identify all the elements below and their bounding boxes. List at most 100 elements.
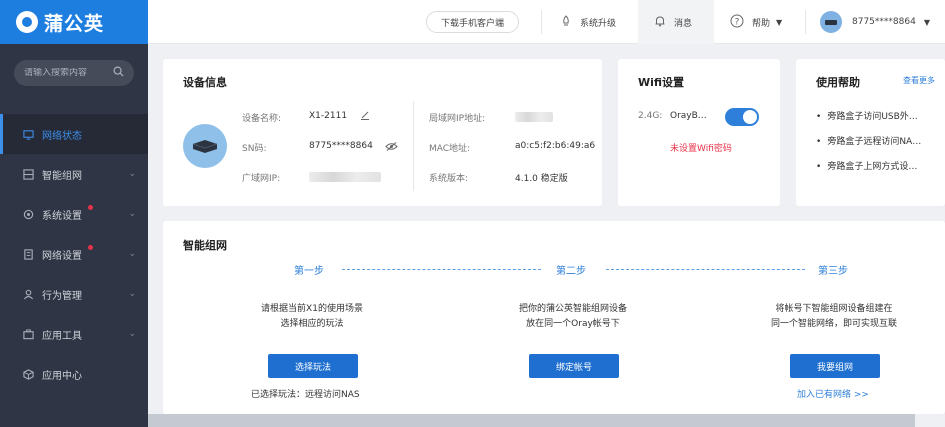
sidebar: 蒲公英 网络状态 智能组网 ⌄ 系统设置 ⌄ 网络设置 ⌄ [0, 0, 148, 427]
messages-label: 消息 [674, 18, 693, 29]
search-box [14, 60, 134, 86]
step-2-title: 第二步 [556, 266, 586, 277]
network-icon [22, 168, 34, 180]
help-article-link[interactable]: 旁路盒子上网方式设… [816, 159, 936, 172]
caret-down-icon: ▼ [776, 17, 783, 27]
sidebar-item-label: 行为管理 [42, 290, 82, 302]
sidebar-item-system-settings[interactable]: 系统设置 ⌄ [0, 194, 148, 234]
app-logo[interactable]: 蒲公英 [0, 0, 148, 44]
chevron-down-icon: ⌄ [128, 169, 136, 179]
step-1-description: 请根据当前X1的使用场景 选择相应的玩法 [222, 302, 402, 332]
sidebar-item-app-tools[interactable]: 应用工具 ⌄ [0, 314, 148, 354]
search-input[interactable] [24, 68, 113, 78]
account-menu-button[interactable]: 8775****8864 ▼ [820, 0, 930, 44]
messages-button[interactable]: 消息 [638, 0, 714, 44]
bell-icon [654, 15, 666, 30]
help-menu-button[interactable]: ? 帮助 ▼ [730, 0, 782, 44]
mac-value: a0:c5:f2:b6:49:a6 [515, 141, 596, 151]
rocket-icon [560, 14, 572, 30]
help-card-title: 使用帮助 [816, 76, 860, 89]
sn-value: 8775****8864 [309, 141, 373, 151]
app-name: 蒲公英 [44, 12, 105, 35]
sidebar-item-app-center[interactable]: 应用中心 [0, 354, 148, 394]
divider [413, 101, 414, 191]
help-article-link[interactable]: 旁路盒子访问USB外… [816, 109, 936, 122]
sn-label: SN码: [242, 144, 267, 154]
device-name-value: X1-2111 [309, 111, 348, 121]
sidebar-item-behavior-management[interactable]: 行为管理 ⌄ [0, 274, 148, 314]
step-2-description: 把你的蒲公英智能组网设备 放在同一个Oray帐号下 [483, 302, 663, 332]
wan-ip-value-masked [309, 172, 381, 182]
wan-ip-label: 广域网IP: [242, 174, 281, 184]
bind-account-button[interactable]: 绑定帐号 [529, 354, 619, 378]
device-name-label: 设备名称: [242, 114, 282, 124]
chevron-down-icon: ⌄ [128, 209, 136, 219]
step-2-desc-line: 放在同一个Oray帐号下 [526, 319, 620, 329]
sidebar-item-label: 应用工具 [42, 330, 82, 342]
edit-pencil-icon[interactable] [360, 110, 370, 123]
dandelion-logo-icon [16, 11, 38, 33]
version-label: 系统版本: [429, 174, 469, 184]
sidebar-item-label: 网络设置 [42, 250, 82, 262]
notification-dot [88, 245, 93, 250]
sidebar-item-smart-network[interactable]: 智能组网 ⌄ [0, 154, 148, 194]
sidebar-item-network-settings[interactable]: 网络设置 ⌄ [0, 234, 148, 274]
step-2-desc-line: 把你的蒲公英智能组网设备 [518, 304, 627, 314]
briefcase-icon [22, 328, 34, 340]
step-1-desc-line: 选择相应的玩法 [280, 319, 344, 329]
step-3-desc-line: 同一个智能网络，即可实现互联 [770, 319, 897, 329]
cube-icon [22, 368, 34, 380]
wifi-settings-card: Wifi设置 2.4G: OrayB… 未设置Wifi密码 [618, 59, 780, 206]
document-icon [22, 248, 34, 260]
chevron-down-icon: ⌄ [128, 289, 136, 299]
device-info-card: 设备信息 设备名称: X1-2111 SN码: 8775****8864 广域网… [163, 59, 602, 206]
sidebar-item-label: 智能组网 [42, 170, 82, 182]
account-name: 8775****8864 [852, 17, 916, 27]
device-info-title: 设备信息 [183, 76, 227, 89]
svg-text:?: ? [735, 17, 740, 27]
join-network-link[interactable]: 加入已有网络 >> [797, 387, 869, 400]
sidebar-item-network-status[interactable]: 网络状态 [0, 114, 148, 154]
device-image [183, 124, 227, 168]
wifi-band-label: 2.4G: [638, 111, 663, 121]
step-3-description: 将帐号下智能组网设备组建在 同一个智能网络，即可实现互联 [744, 302, 924, 332]
notification-dot [88, 205, 93, 210]
caret-down-icon: ▼ [923, 17, 930, 27]
step-connector [606, 269, 805, 270]
choose-mode-button[interactable]: 选择玩法 [268, 354, 358, 378]
step-3-desc-line: 将帐号下智能组网设备组建在 [775, 304, 893, 314]
mac-label: MAC地址: [429, 144, 471, 154]
user-icon [22, 288, 34, 300]
eye-hidden-icon[interactable] [385, 141, 398, 154]
help-article-link[interactable]: 旁路盒子远程访问NA… [816, 134, 936, 147]
step-3-title: 第三步 [818, 266, 848, 277]
monitor-icon [22, 128, 34, 140]
selected-mode-note: 已选择玩法：远程访问NAS [251, 390, 360, 400]
lan-ip-value-masked [515, 112, 553, 122]
lan-ip-label: 局域网IP地址: [429, 114, 486, 124]
question-circle-icon: ? [730, 14, 744, 31]
horizontal-scrollbar[interactable] [148, 414, 915, 427]
download-client-button[interactable]: 下载手机客户端 [426, 11, 520, 33]
chevron-down-icon: ⌄ [128, 329, 136, 339]
avatar [820, 11, 842, 33]
sidebar-item-label: 应用中心 [42, 370, 82, 382]
wifi-settings-title: Wifi设置 [638, 76, 685, 89]
gear-icon [22, 208, 34, 220]
help-label: 帮助 [752, 18, 771, 29]
system-upgrade-button[interactable]: 系统升级 [560, 0, 616, 44]
system-upgrade-label: 系统升级 [580, 18, 617, 29]
step-connector [342, 269, 541, 270]
step-1-title: 第一步 [294, 266, 324, 277]
wifi-password-warning[interactable]: 未设置Wifi密码 [670, 141, 732, 154]
top-bar: 下载手机客户端 系统升级 消息 ? 帮助 ▼ 8775****8864 ▼ [148, 0, 945, 44]
wifi-toggle[interactable] [725, 108, 759, 126]
view-more-link[interactable]: 查看更多 [903, 75, 935, 86]
sidebar-item-label: 网络状态 [42, 130, 82, 142]
search-icon[interactable] [113, 66, 124, 80]
create-network-button[interactable]: 我要组网 [790, 354, 880, 378]
divider [805, 10, 806, 34]
divider [541, 10, 542, 34]
help-card: 使用帮助 查看更多 旁路盒子访问USB外… 旁路盒子远程访问NA… 旁路盒子上网… [796, 59, 945, 206]
wifi-ssid: OrayB… [670, 111, 707, 121]
